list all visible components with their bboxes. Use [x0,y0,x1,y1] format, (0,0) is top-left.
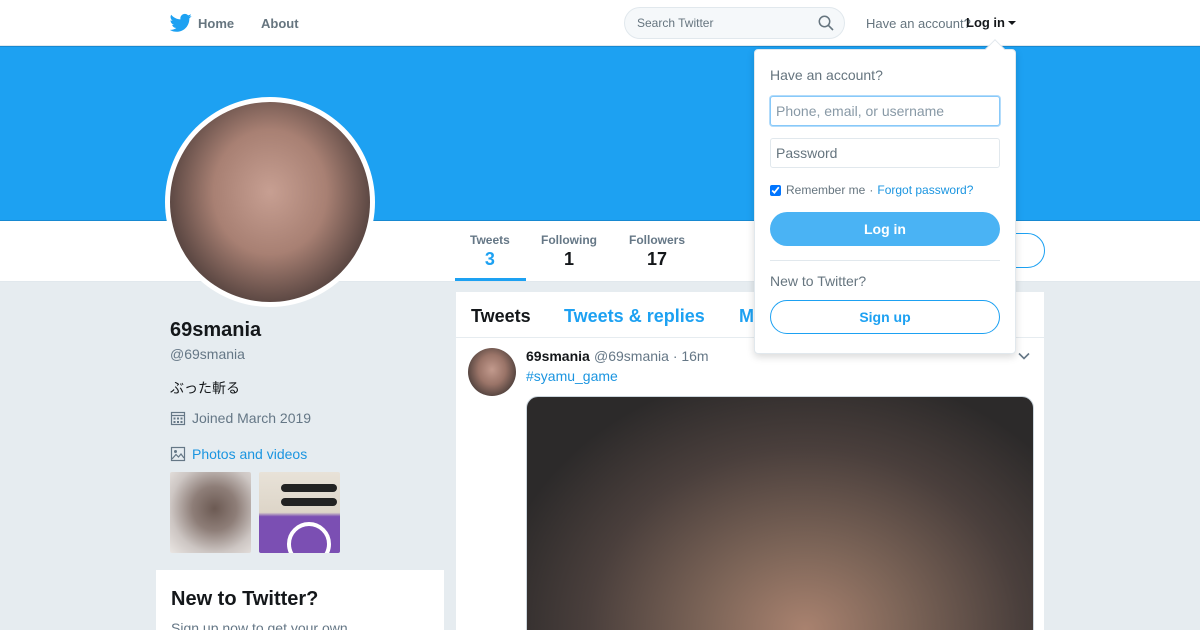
stat-followers[interactable]: Followers 17 [629,233,685,270]
search-box [624,7,845,39]
signup-button[interactable]: Sign up [770,300,1000,334]
login-dropdown-toggle[interactable]: Log in [966,15,1016,30]
photo-thumbnail[interactable] [170,472,251,553]
have-account-text: Have an account? [866,16,971,31]
photo-icon [170,446,186,462]
peace-symbol-icon [287,522,331,553]
profile-joined-text: Joined March 2019 [192,410,312,426]
thumbnail-redaction-bar [281,484,337,492]
login-dropdown-title: Have an account? [770,67,883,83]
stat-tweets-value: 3 [484,249,495,269]
login-dropdown: Have an account? Remember me · Forgot pa… [754,39,1016,354]
active-stat-underline [455,278,526,281]
remember-me-row: Remember me · Forgot password? [770,183,973,197]
search-input[interactable] [625,8,805,38]
tweet-hashtag-link[interactable]: #syamu_game [526,368,618,384]
tweet-meta: @69smania · 16m [594,348,709,364]
stat-followers-label: Followers [629,233,686,247]
nav-home-label: Home [198,15,235,31]
stat-followers-value: 17 [646,249,668,269]
dropdown-divider [770,260,1000,261]
stat-following[interactable]: Following 1 [541,233,597,270]
forgot-password-link[interactable]: Forgot password? [877,183,973,197]
signup-card: New to Twitter? Sign up now to get your … [156,570,444,630]
tab-media[interactable]: M [739,306,754,327]
tweet-media-image[interactable] [526,396,1034,630]
tweet-author-handle: @69smania [594,348,669,364]
username-field[interactable] [770,96,1000,126]
twitter-bird-icon [170,13,192,32]
signup-card-title: New to Twitter? [171,588,319,610]
stat-following-value: 1 [563,249,574,269]
login-toggle-label: Log in [966,15,1005,30]
signup-card-text: Sign up now to get your own [171,620,348,630]
tweet-avatar[interactable] [468,348,516,396]
photo-thumbnail[interactable] [259,472,340,553]
remember-me-label[interactable]: Remember me [786,183,865,197]
calendar-icon [170,411,186,426]
avatar[interactable] [170,102,370,302]
nav-about-link[interactable]: About [261,16,299,31]
search-icon[interactable] [818,15,834,31]
profile-bio: ぶった斬る [170,380,240,396]
stat-following-label: Following [541,233,597,247]
top-navigation-bar: Home About Have an account? Log in [0,0,1200,46]
password-field[interactable] [770,138,1000,168]
profile-name[interactable]: 69smania [170,319,261,342]
profile-avatar-frame [165,97,375,307]
login-button[interactable]: Log in [770,212,1000,246]
tab-tweets-and-replies[interactable]: Tweets & replies [564,306,705,327]
tweet-author-name[interactable]: 69smania [526,348,590,364]
profile-joined: Joined March 2019 [170,410,311,426]
thumbnail-redaction-bar [281,498,337,506]
nav-home-link[interactable]: Home [170,13,234,33]
separator-dot: · [869,183,874,197]
remember-me-checkbox[interactable] [770,184,781,196]
profile-handle: @69smania [170,346,245,362]
new-to-twitter-text: New to Twitter? [770,273,867,289]
photos-and-videos-link[interactable]: Photos and videos [170,446,307,462]
photos-and-videos-label: Photos and videos [192,446,308,462]
tab-tweets[interactable]: Tweets [471,306,531,327]
stat-tweets-label: Tweets [470,233,510,247]
tweet-timestamp[interactable]: · 16m [673,348,709,364]
caret-down-icon [1008,20,1016,25]
stat-tweets[interactable]: Tweets 3 [470,233,510,270]
chevron-down-icon[interactable] [1018,350,1030,362]
